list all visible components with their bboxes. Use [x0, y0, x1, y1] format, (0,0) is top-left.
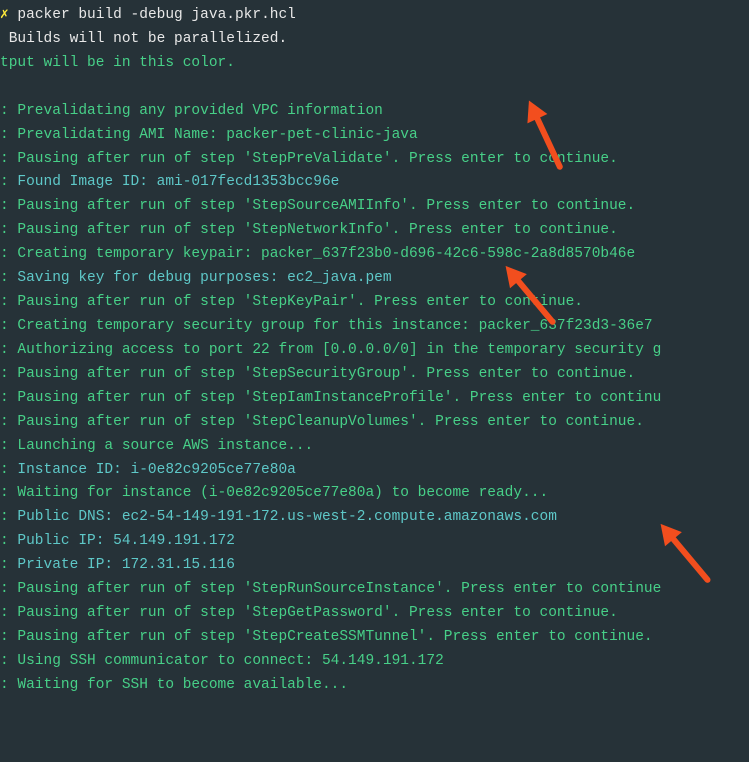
- output-line: : Instance ID: i-0e82c9205ce77e80a: [0, 459, 749, 483]
- line-prefix: :: [0, 653, 17, 669]
- line-prefix: :: [0, 342, 17, 358]
- line-prefix: :: [0, 103, 17, 119]
- line-prefix: :: [0, 485, 17, 501]
- output-line: : Private IP: 172.31.15.116: [0, 554, 749, 578]
- output-line: : Found Image ID: ami-017fecd1353bcc96e: [0, 171, 749, 195]
- line-text: Public IP: 54.149.191.172: [17, 533, 235, 549]
- output-line: tput will be in this color.: [0, 52, 749, 76]
- line-text: Waiting for SSH to become available...: [17, 677, 348, 693]
- line-text: Pausing after run of step 'StepKeyPair'.…: [17, 294, 583, 310]
- output-line: : Pausing after run of step 'StepPreVali…: [0, 148, 749, 172]
- output-line: : Waiting for SSH to become available...: [0, 674, 749, 698]
- output-line: : Creating temporary security group for …: [0, 315, 749, 339]
- line-text: Pausing after run of step 'StepGetPasswo…: [17, 605, 617, 621]
- line-prefix: :: [0, 366, 17, 382]
- line-prefix: :: [0, 151, 17, 167]
- line-prefix: :: [0, 557, 17, 573]
- line-text: Pausing after run of step 'StepPreValida…: [17, 151, 617, 167]
- output-line: : Pausing after run of step 'StepRunSour…: [0, 578, 749, 602]
- line-text: Found Image ID: ami-017fecd1353bcc96e: [17, 174, 339, 190]
- output-line: : Pausing after run of step 'StepNetwork…: [0, 219, 749, 243]
- line-text: Launching a source AWS instance...: [17, 438, 313, 454]
- output-line: : Public IP: 54.149.191.172: [0, 530, 749, 554]
- output-line: : Prevalidating AMI Name: packer-pet-cli…: [0, 124, 749, 148]
- line-text: Public DNS: ec2-54-149-191-172.us-west-2…: [17, 509, 557, 525]
- line-text: Pausing after run of step 'StepNetworkIn…: [17, 222, 617, 238]
- terminal-output: ✗ packer build -debug java.pkr.hcl Build…: [0, 4, 749, 698]
- line-prefix: :: [0, 222, 17, 238]
- line-text: Authorizing access to port 22 from [0.0.…: [17, 342, 661, 358]
- command-line[interactable]: ✗ packer build -debug java.pkr.hcl: [0, 4, 749, 28]
- output-line: Builds will not be parallelized.: [0, 28, 749, 52]
- output-line: : Pausing after run of step 'StepIamInst…: [0, 387, 749, 411]
- line-prefix: :: [0, 174, 17, 190]
- line-prefix: :: [0, 414, 17, 430]
- line-prefix: :: [0, 462, 17, 478]
- output-line: : Creating temporary keypair: packer_637…: [0, 243, 749, 267]
- line-prefix: :: [0, 581, 17, 597]
- output-line: : Saving key for debug purposes: ec2_jav…: [0, 267, 749, 291]
- output-line: : Pausing after run of step 'StepSecurit…: [0, 363, 749, 387]
- line-prefix: :: [0, 127, 17, 143]
- line-text: Pausing after run of step 'StepRunSource…: [17, 581, 661, 597]
- output-line: : Pausing after run of step 'StepSourceA…: [0, 195, 749, 219]
- line-text: Prevalidating AMI Name: packer-pet-clini…: [17, 127, 417, 143]
- line-prefix: :: [0, 605, 17, 621]
- output-line: : Public DNS: ec2-54-149-191-172.us-west…: [0, 506, 749, 530]
- line-text: Waiting for instance (i-0e82c9205ce77e80…: [17, 485, 548, 501]
- line-prefix: :: [0, 198, 17, 214]
- line-prefix: :: [0, 318, 17, 334]
- line-text: Private IP: 172.31.15.116: [17, 557, 235, 573]
- line-text: Pausing after run of step 'StepSourceAMI…: [17, 198, 635, 214]
- output-line: : Using SSH communicator to connect: 54.…: [0, 650, 749, 674]
- line-prefix: :: [0, 390, 17, 406]
- line-prefix: :: [0, 677, 17, 693]
- output-line: [0, 76, 749, 100]
- output-line: : Launching a source AWS instance...: [0, 435, 749, 459]
- output-line: : Waiting for instance (i-0e82c9205ce77e…: [0, 482, 749, 506]
- line-text: Instance ID: i-0e82c9205ce77e80a: [17, 462, 295, 478]
- line-prefix: :: [0, 509, 17, 525]
- line-text: Using SSH communicator to connect: 54.14…: [17, 653, 443, 669]
- line-text: tput will be in this color.: [0, 55, 235, 71]
- output-line: : Pausing after run of step 'StepCreateS…: [0, 626, 749, 650]
- prompt-symbol: ✗: [0, 7, 9, 23]
- output-line: : Prevalidating any provided VPC informa…: [0, 100, 749, 124]
- output-line: : Authorizing access to port 22 from [0.…: [0, 339, 749, 363]
- line-prefix: :: [0, 270, 17, 286]
- output-line: : Pausing after run of step 'StepCleanup…: [0, 411, 749, 435]
- line-text: Saving key for debug purposes: ec2_java.…: [17, 270, 391, 286]
- line-text: Pausing after run of step 'StepIamInstan…: [17, 390, 661, 406]
- output-line: : Pausing after run of step 'StepGetPass…: [0, 602, 749, 626]
- line-text: Pausing after run of step 'StepSecurityG…: [17, 366, 635, 382]
- line-text: Builds will not be parallelized.: [0, 31, 287, 47]
- line-text: Pausing after run of step 'StepCreateSSM…: [17, 629, 652, 645]
- line-prefix: :: [0, 629, 17, 645]
- line-text: Prevalidating any provided VPC informati…: [17, 103, 382, 119]
- line-prefix: :: [0, 246, 17, 262]
- line-prefix: :: [0, 438, 17, 454]
- line-prefix: :: [0, 294, 17, 310]
- line-prefix: :: [0, 533, 17, 549]
- command-text: packer build -debug java.pkr.hcl: [9, 7, 296, 23]
- line-text: Creating temporary keypair: packer_637f2…: [17, 246, 635, 262]
- line-text: Pausing after run of step 'StepCleanupVo…: [17, 414, 644, 430]
- line-text: Creating temporary security group for th…: [17, 318, 652, 334]
- output-line: : Pausing after run of step 'StepKeyPair…: [0, 291, 749, 315]
